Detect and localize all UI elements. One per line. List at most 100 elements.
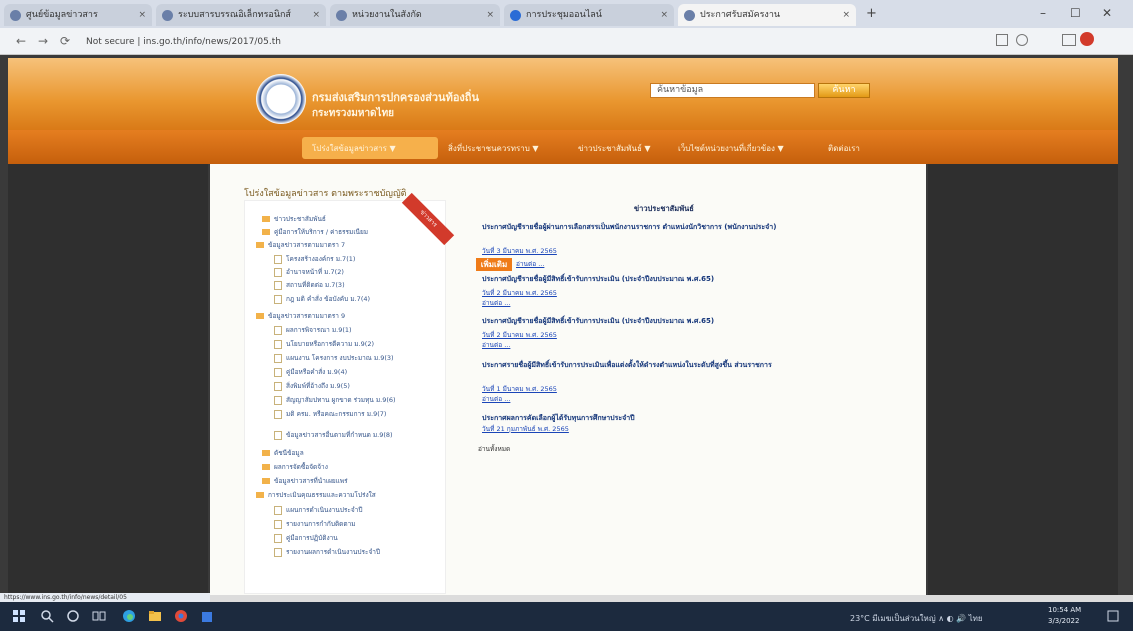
sidebar-subitem[interactable]: ข้อมูลข่าวสารอื่นตามที่กำหนด ม.9(8) [274, 430, 393, 440]
browser-tab[interactable]: ระบบสารบรรณอิเล็กทรอนิกส์ × [156, 4, 326, 26]
sidebar-subitem[interactable]: สัญญาสัมปทาน ผูกขาด ร่วมทุน ม.9(6) [274, 395, 396, 405]
sidebar-item[interactable]: ดัชนีข้อมูล [262, 448, 304, 458]
news-date[interactable]: วันที่ 2 มีนาคม พ.ศ. 2565 [482, 330, 557, 340]
system-tray[interactable]: 23°C มีเมฆเป็นส่วนใหญ่ ∧ ◐ 🔊 ไทย [850, 612, 983, 625]
reload-button[interactable]: ⟳ [60, 33, 70, 49]
close-tab-icon[interactable]: × [660, 4, 668, 26]
close-tab-icon[interactable]: × [312, 4, 320, 26]
read-more-link[interactable]: อ่านต่อ ... [482, 394, 510, 404]
site-logo[interactable] [256, 74, 306, 124]
folder-icon [262, 464, 270, 470]
chrome-icon[interactable] [174, 609, 188, 623]
document-icon [274, 430, 282, 440]
browser-tab[interactable]: ศูนย์ข้อมูลข่าวสาร × [4, 4, 152, 26]
read-more-link[interactable]: อ่านต่อ ... [482, 340, 510, 350]
folder-open-icon [256, 313, 264, 319]
sidebar-subitem[interactable]: แผนการดำเนินงานประจำปี [274, 505, 362, 515]
avatar[interactable] [1080, 32, 1094, 46]
sidebar-subitem[interactable]: สิ่งพิมพ์ที่อ้างถึง ม.9(5) [274, 381, 350, 391]
search-input[interactable]: ค้นหาข้อมูล [650, 83, 815, 98]
browser-tab-active[interactable]: ประกาศรับสมัครงาน × [678, 4, 856, 26]
extension-icon[interactable] [996, 34, 1008, 46]
sidebar-subitem[interactable]: นโยบายหรือการตีความ ม.9(2) [274, 339, 374, 349]
back-button[interactable]: ← [16, 33, 26, 49]
sidebar-subitem[interactable]: รายงานผลการดำเนินงานประจำปี [274, 547, 380, 557]
close-window-button[interactable]: ✕ [1102, 6, 1112, 20]
news-date[interactable]: วันที่ 3 มีนาคม พ.ศ. 2565 [482, 246, 557, 256]
search-button[interactable]: ค้นหา [818, 83, 870, 98]
news-title-link[interactable]: ประกาศบัญชีรายชื่อผู้มีสิทธิ์เข้ารับการป… [482, 316, 882, 326]
sidebar-item[interactable]: ผลการจัดซื้อจัดจ้าง [262, 462, 328, 472]
read-more-link[interactable]: อ่านต่อ ... [516, 259, 544, 269]
notification-icon[interactable] [1106, 609, 1120, 623]
store-icon[interactable] [200, 609, 214, 623]
site-favicon-icon [162, 10, 173, 21]
close-tab-icon[interactable]: × [138, 4, 146, 26]
sidebar-subitem[interactable]: สถานที่ติดต่อ ม.7(3) [274, 280, 345, 290]
folder-icon [262, 478, 270, 484]
sidebar-subitem[interactable]: คู่มือหรือคำสั่ง ม.9(4) [274, 367, 347, 377]
menu-item-contact[interactable]: ติดต่อเรา [828, 142, 860, 155]
sidebar-item[interactable]: ข่าวประชาสัมพันธ์ [262, 214, 326, 224]
sidebar-subitem[interactable]: อำนาจหน้าที่ ม.7(2) [274, 267, 344, 277]
sidebar-subitem[interactable]: แผนงาน โครงการ งบประมาณ ม.9(3) [274, 353, 394, 363]
news-title-link[interactable]: ประกาศบัญชีรายชื่อผู้มีสิทธิ์เข้ารับการป… [482, 274, 882, 284]
folder-open-icon [256, 492, 264, 498]
document-icon [274, 353, 282, 363]
read-all-link[interactable]: อ่านทั้งหมด [478, 444, 510, 454]
sidebar-item[interactable]: การประเมินคุณธรรมและความโปร่งใส [256, 490, 376, 500]
browser-tab[interactable]: การประชุมออนไลน์ × [504, 4, 674, 26]
minimize-button[interactable]: – [1040, 6, 1046, 20]
profile-icon[interactable] [1016, 34, 1028, 46]
news-title-link[interactable]: ประกาศผลการคัดเลือกผู้ได้รับทุนการศึกษาป… [482, 413, 882, 423]
news-heading: ข่าวประชาสัมพันธ์ [634, 204, 694, 213]
news-date[interactable]: วันที่ 1 มีนาคม พ.ศ. 2565 [482, 384, 557, 394]
menu-item-related-sites[interactable]: เว็บไซต์หน่วยงานที่เกี่ยวข้อง ▼ [678, 142, 784, 155]
document-icon [274, 409, 282, 419]
document-icon [274, 325, 282, 335]
edge-browser-icon[interactable] [122, 609, 136, 623]
more-badge[interactable]: เพิ่มเติม [476, 258, 512, 271]
sidebar-item[interactable]: ข้อมูลข่าวสารที่นำเผยแพร่ [262, 476, 348, 486]
browser-tab[interactable]: หน่วยงานในสังกัด × [330, 4, 500, 26]
url-field[interactable]: Not secure | ins.go.th/info/news/2017/05… [86, 33, 966, 51]
close-tab-icon[interactable]: × [486, 4, 494, 26]
news-title-link[interactable]: ประกาศรายชื่อผู้มีสิทธิ์เข้ารับการประเมิ… [482, 360, 882, 370]
document-icon [274, 381, 282, 391]
menu-item-public-info[interactable]: สิ่งที่ประชาชนควรทราบ ▼ [448, 142, 539, 155]
sidebar-subitem[interactable]: กฎ มติ คำสั่ง ข้อบังคับ ม.7(4) [274, 294, 370, 304]
sidebar-subitem[interactable]: มติ ครม. หรือคณะกรรมการ ม.9(7) [274, 409, 386, 419]
sidebar-item[interactable]: คู่มือการให้บริการ / ค่าธรรมเนียม [262, 227, 368, 237]
document-icon [274, 367, 282, 377]
clock-time[interactable]: 10:54 AM [1048, 606, 1081, 614]
forward-button[interactable]: → [38, 33, 48, 49]
search-icon[interactable] [40, 609, 54, 623]
document-icon [274, 395, 282, 405]
sidebar-subitem[interactable]: โครงสร้างองค์กร ม.7(1) [274, 254, 355, 264]
close-tab-icon[interactable]: × [842, 4, 850, 26]
menu-item-transparency[interactable]: โปร่งใสข้อมูลข่าวสาร ▼ [312, 142, 396, 155]
new-tab-button[interactable]: + [866, 6, 877, 21]
document-icon [274, 533, 282, 543]
task-view-icon[interactable] [92, 609, 106, 623]
collections-icon[interactable] [1062, 34, 1076, 46]
sidebar-subitem[interactable]: คู่มือการปฏิบัติงาน [274, 533, 338, 543]
document-icon [274, 280, 282, 290]
sidebar-item[interactable]: ข้อมูลข่าวสารตามมาตรา 7 [256, 240, 345, 250]
menu-item-news[interactable]: ข่าวประชาสัมพันธ์ ▼ [578, 142, 651, 155]
sidebar-subitem[interactable]: ผลการพิจารณา ม.9(1) [274, 325, 352, 335]
document-icon [274, 294, 282, 304]
news-date[interactable]: วันที่ 2 มีนาคม พ.ศ. 2565 [482, 288, 557, 298]
folder-open-icon [256, 242, 264, 248]
cortana-icon[interactable] [66, 609, 80, 623]
sidebar-item[interactable]: ข้อมูลข่าวสารตามมาตรา 9 [256, 311, 345, 321]
sidebar-subitem[interactable]: รายงานการกำกับติดตาม [274, 519, 356, 529]
read-more-link[interactable]: อ่านต่อ ... [482, 298, 510, 308]
news-date[interactable]: วันที่ 21 กุมภาพันธ์ พ.ศ. 2565 [482, 424, 569, 434]
windows-start-icon[interactable] [12, 609, 26, 623]
document-icon [274, 339, 282, 349]
maximize-button[interactable]: ☐ [1070, 6, 1081, 20]
news-title-link[interactable]: ประกาศบัญชีรายชื่อผู้ผ่านการเลือกสรรเป็น… [482, 222, 882, 232]
file-explorer-icon[interactable] [148, 609, 162, 623]
clock-date[interactable]: 3/3/2022 [1048, 617, 1079, 625]
